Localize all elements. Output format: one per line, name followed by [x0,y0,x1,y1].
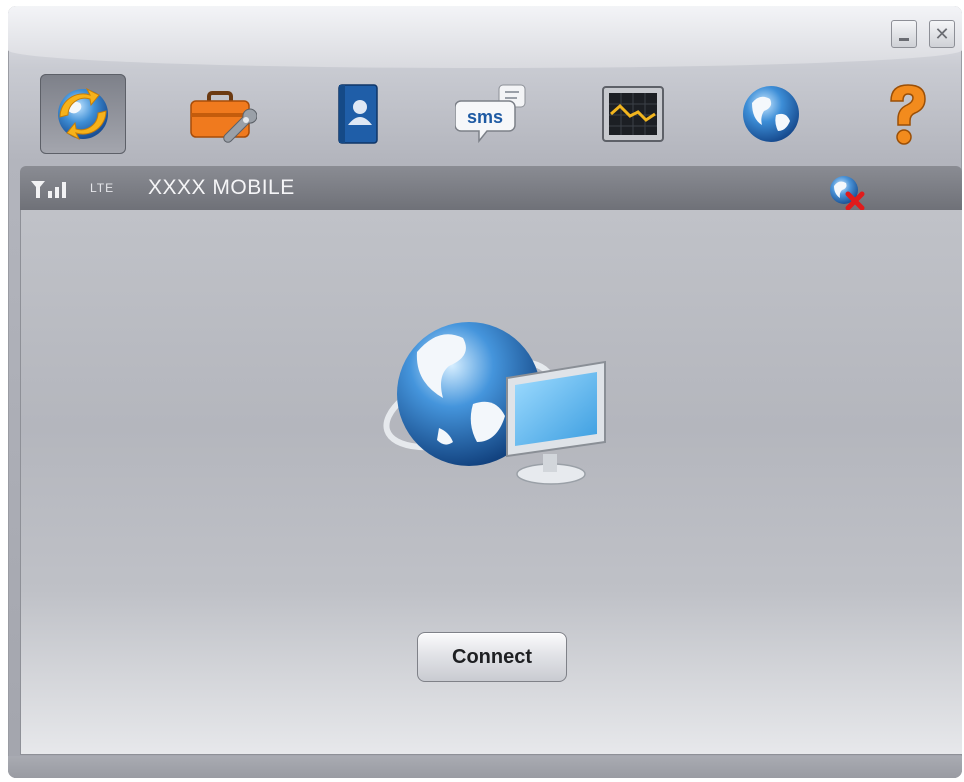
contacts-book-icon [338,84,378,144]
title-bar [8,6,962,68]
network-type: LTE [90,181,115,195]
connection-panel: Connect [20,210,962,755]
signal-strength-icon [31,181,66,198]
close-button[interactable]: ✕ [929,20,955,48]
toolbar-statistics-button[interactable] [590,74,676,154]
toolbar-sms-button[interactable]: sms [452,74,538,154]
bottom-frame [8,756,962,778]
toolbar-tools-button[interactable] [178,74,264,154]
globe-computer-icon [383,322,606,485]
close-icon: ✕ [934,24,950,44]
status-bar: LTE XXXX MOBILE [20,166,962,211]
globe-icon [743,86,799,142]
carrier-name: XXXX MOBILE [148,176,295,199]
toolbox-icon [190,91,257,143]
sms-bubble-icon: sms [455,84,526,144]
minimize-button[interactable] [891,20,917,48]
statistics-chart-icon [602,86,664,142]
help-question-icon [890,84,926,145]
disconnected-globe-icon [830,176,865,211]
connect-button[interactable]: Connect [417,632,567,682]
connection-sync-globe-icon [58,87,108,141]
minimize-icon [899,28,909,41]
sms-label: sms [467,107,503,127]
toolbar-internet-button[interactable] [728,74,814,154]
app-window: ✕ sms LTE XXXX MOBILE Connect [8,6,962,778]
toolbar-connection-button[interactable] [40,74,126,154]
main-toolbar: sms [8,68,962,164]
toolbar-contacts-button[interactable] [314,74,400,154]
toolbar-help-button[interactable] [864,74,950,154]
